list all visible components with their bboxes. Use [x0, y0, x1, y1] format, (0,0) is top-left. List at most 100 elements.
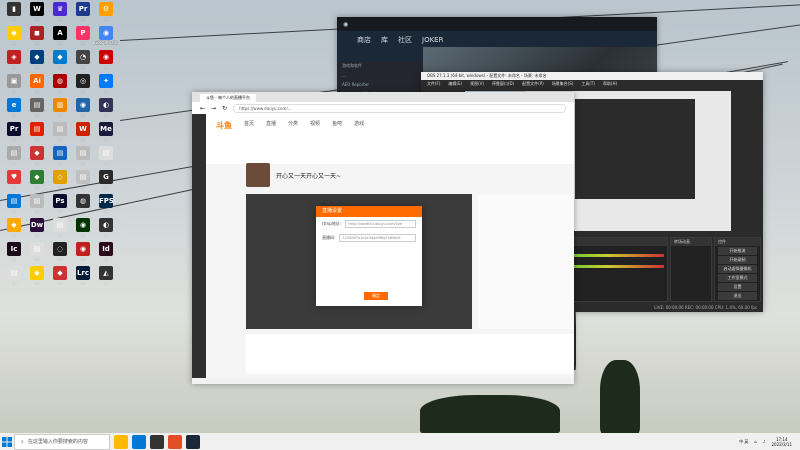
douyu-nav-home[interactable]: 首页 [244, 120, 254, 127]
desktop-icon[interactable]: P... [71, 26, 95, 45]
desktop-icon[interactable]: ▤... [2, 194, 26, 213]
steam-nav-store[interactable]: 商店 [357, 35, 371, 45]
desktop-icon[interactable]: FPS... [94, 194, 118, 213]
obs-taskbar-icon[interactable] [150, 434, 164, 449]
browser-tab[interactable]: 斗鱼 - 每个人的直播平台 [200, 94, 256, 102]
desktop-icon[interactable]: ◆... [25, 50, 49, 69]
desktop-icon[interactable]: W... [71, 122, 95, 141]
desktop-icon[interactable]: ◍... [48, 74, 72, 93]
steam-nav-library[interactable]: 库 [381, 35, 388, 45]
desktop-icon[interactable]: ▣... [2, 74, 26, 93]
desktop-icon[interactable]: ▤... [71, 146, 95, 165]
steam-taskbar-icon[interactable] [186, 434, 200, 449]
desktop-icon[interactable]: ◆... [2, 218, 26, 237]
desktop-icon[interactable]: ▥... [48, 98, 72, 117]
confirm-button[interactable]: 确定 [364, 292, 388, 300]
desktop-icon[interactable]: ▤... [25, 122, 49, 141]
desktop-icon[interactable]: A... [48, 26, 72, 45]
douyu-nav-live[interactable]: 直播 [266, 120, 276, 127]
desktop-icon[interactable]: ▤... [2, 146, 26, 165]
desktop-icon[interactable]: ▤... [48, 122, 72, 141]
desktop-icon[interactable]: ◉Google Chrome [94, 26, 118, 45]
douyu-nav-yuba[interactable]: 鱼吧 [332, 120, 342, 127]
ime-indicator[interactable]: 中 英 [739, 439, 748, 445]
desktop-icon[interactable]: ◌... [48, 242, 72, 261]
virtual-camera-button[interactable]: 启动虚拟摄像机 [718, 265, 757, 273]
desktop-icon[interactable]: ◉... [94, 50, 118, 69]
steam-sidebar-item[interactable]: 游戏和软件 [337, 61, 423, 71]
desktop-icon[interactable]: ▤... [48, 146, 72, 165]
forward-icon[interactable]: → [211, 105, 216, 112]
windows-start-icon[interactable] [0, 435, 14, 449]
clock[interactable]: 17:14 2022/3/11 [771, 437, 792, 447]
desktop-icon[interactable]: Ai... [25, 74, 49, 93]
settings-button[interactable]: 设置 [718, 283, 757, 291]
edge-icon[interactable] [132, 434, 146, 449]
obs-menu-file[interactable]: 文件(F) [427, 80, 440, 87]
desktop-icon[interactable]: ▤... [71, 170, 95, 189]
desktop-icon[interactable]: ◇... [48, 170, 72, 189]
desktop-icon[interactable]: ◐... [94, 218, 118, 237]
back-icon[interactable]: ← [200, 105, 205, 112]
desktop-icon[interactable]: ◭... [94, 266, 118, 285]
address-bar[interactable]: https://www.douyu.com/... [233, 103, 566, 113]
douyu-taskbar-icon[interactable] [168, 434, 182, 449]
douyu-nav-video[interactable]: 视频 [310, 120, 320, 127]
desktop-icon[interactable]: ◆... [25, 170, 49, 189]
stream-key-field[interactable]: 1234567a1b2c3d4e5f6g7h8i9j0k [339, 234, 416, 242]
desktop-icon[interactable]: ♛... [48, 2, 72, 21]
obs-menu-view[interactable]: 视图(V) [470, 80, 484, 87]
desktop-icon[interactable]: ◎... [71, 74, 95, 93]
desktop-icon[interactable]: Lrc... [71, 266, 95, 285]
volume-icon[interactable]: ♪ [763, 439, 766, 444]
desktop-icon[interactable]: ▤... [94, 146, 118, 165]
start-recording-button[interactable]: 开始录制 [718, 256, 757, 264]
exit-button[interactable]: 退出 [718, 292, 757, 300]
desktop-icon[interactable]: ▮... [2, 2, 26, 21]
douyu-logo[interactable]: 斗鱼 [216, 120, 232, 131]
refresh-icon[interactable]: ↻ [222, 105, 227, 112]
desktop-icon[interactable]: ▤... [2, 266, 26, 285]
steam-nav-profile[interactable]: JOKER [422, 36, 443, 44]
network-icon[interactable]: ⌂ [754, 439, 757, 444]
steam-sidebar-item[interactable]: AEO Reporter [337, 80, 423, 89]
desktop-icon[interactable]: ◼... [25, 26, 49, 45]
douyu-nav-game[interactable]: 游戏 [354, 120, 364, 127]
rtmp-field[interactable]: rtmp://sendtc3.douyu.com/live [345, 220, 416, 228]
steam-nav-community[interactable]: 社区 [398, 35, 412, 45]
desktop-icon[interactable]: Dw... [25, 218, 49, 237]
desktop-icon[interactable]: Id... [94, 242, 118, 261]
desktop-icon[interactable]: ◐... [94, 98, 118, 117]
desktop-icon[interactable]: ⚙... [94, 2, 118, 21]
desktop-icon[interactable]: ▤... [25, 98, 49, 117]
desktop-icon[interactable]: ◉... [71, 242, 95, 261]
desktop-icon[interactable]: ◆... [25, 146, 49, 165]
steam-titlebar[interactable]: ◉ [337, 17, 657, 31]
desktop-icon[interactable]: ◍... [71, 194, 95, 213]
obs-menu-help[interactable]: 帮助(H) [603, 80, 617, 87]
start-streaming-button[interactable]: 开始推流 [718, 247, 757, 255]
desktop-icon[interactable]: Ps... [48, 194, 72, 213]
file-explorer-icon[interactable] [114, 434, 128, 449]
desktop-icon[interactable]: G... [94, 170, 118, 189]
desktop-icon[interactable]: ◆... [2, 26, 26, 45]
desktop-icon[interactable]: ◉... [71, 98, 95, 117]
desktop-icon[interactable]: W... [25, 2, 49, 21]
desktop-icon[interactable]: ◔... [71, 50, 95, 69]
desktop-icon[interactable]: ◈... [2, 50, 26, 69]
desktop-icon[interactable]: Ic... [2, 242, 26, 261]
studio-mode-button[interactable]: 工作室模式 [718, 274, 757, 282]
taskbar-search[interactable]: ⌕ 在这里输入你要搜索的内容 [14, 433, 110, 450]
desktop-icon[interactable]: ▤... [25, 242, 49, 261]
desktop-icon[interactable]: ◆... [25, 266, 49, 285]
douyu-nav-category[interactable]: 分类 [288, 120, 298, 127]
obs-menu-docks[interactable]: 停靠窗口(D) [492, 80, 514, 87]
obs-menu-scene-collection[interactable]: 场景集合(S) [552, 80, 574, 87]
obs-menu-tools[interactable]: 工具(T) [581, 80, 595, 87]
desktop-icon[interactable]: ♥... [2, 170, 26, 189]
desktop-icon[interactable]: ◆... [48, 50, 72, 69]
desktop-icon[interactable]: Pr... [2, 122, 26, 141]
desktop-icon[interactable]: e... [2, 98, 26, 117]
obs-menu-profile[interactable]: 配置文件(P) [522, 80, 544, 87]
desktop-icon[interactable]: ✦... [94, 74, 118, 93]
